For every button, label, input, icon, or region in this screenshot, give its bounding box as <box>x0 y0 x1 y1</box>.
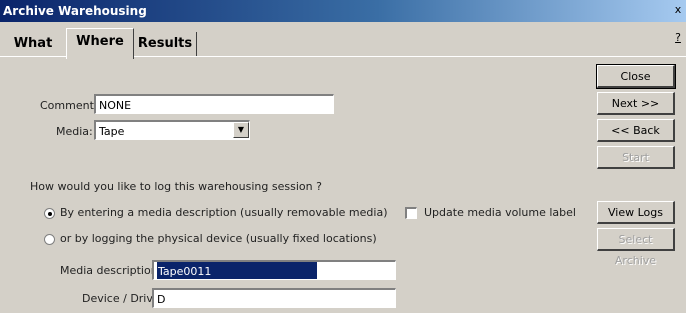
radio-selected-dot <box>48 212 52 216</box>
view-logs-button[interactable]: View Logs <box>597 201 675 224</box>
media-description-selected-text: Tape0011 <box>157 262 317 279</box>
back-button[interactable]: << Back <box>597 119 675 142</box>
select-archive-button: Select Archive <box>597 228 675 267</box>
close-button[interactable]: Close <box>596 64 676 89</box>
chevron-down-icon[interactable]: ▼ <box>233 122 249 138</box>
tab-where[interactable]: Where <box>66 28 134 59</box>
comment-input[interactable]: NONE <box>94 94 334 114</box>
radio-physical-device[interactable] <box>44 234 55 245</box>
media-description-input[interactable]: Tape0011 <box>152 260 396 280</box>
update-volume-checkbox[interactable] <box>405 207 417 219</box>
comment-label: Comment: <box>40 99 98 112</box>
radio-physical-device-label[interactable]: or by logging the physical device (usual… <box>60 232 377 245</box>
update-volume-label[interactable]: Update media volume label <box>424 206 576 219</box>
title-bar: Archive Warehousing x <box>0 0 686 22</box>
media-label: Media: <box>56 125 93 138</box>
tab-what[interactable]: What <box>4 32 62 56</box>
where-panel: Comment: NONE Media: Tape ▼ How would yo… <box>0 57 686 313</box>
close-icon[interactable]: x <box>672 3 684 17</box>
window-title: Archive Warehousing <box>3 4 147 18</box>
tab-strip: What Where Results <box>0 22 686 59</box>
device-input[interactable]: D <box>152 288 396 308</box>
next-button[interactable]: Next >> <box>597 92 675 115</box>
radio-media-description-label[interactable]: By entering a media description (usually… <box>60 206 387 219</box>
media-select-value: Tape <box>99 125 125 138</box>
start-button: Start <box>597 146 675 169</box>
help-icon[interactable]: ? <box>672 30 684 46</box>
radio-media-description[interactable] <box>44 208 55 219</box>
media-description-label: Media description: <box>60 264 162 277</box>
log-question: How would you like to log this warehousi… <box>30 180 322 193</box>
tab-results[interactable]: Results <box>134 32 197 56</box>
media-select[interactable]: Tape ▼ <box>94 120 250 140</box>
